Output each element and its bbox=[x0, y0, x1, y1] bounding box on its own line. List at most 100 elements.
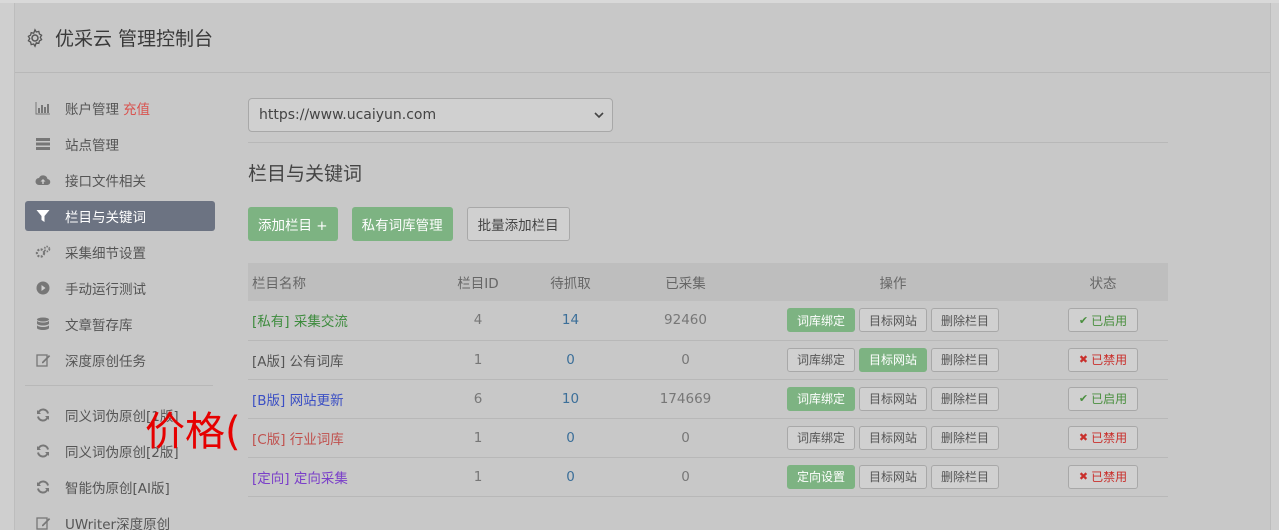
site-select[interactable]: https://www.ucaiyun.com bbox=[248, 98, 613, 132]
sidebar-item-ai-rewrite[interactable]: 智能伪原创[AI版] bbox=[25, 472, 215, 502]
sidebar: 账户管理 充值 站点管理 接口文件相关 栏目与关键词 采集细节设置 手动运行测试… bbox=[25, 93, 215, 530]
section-title: 栏目与关键词 bbox=[248, 163, 363, 185]
divider bbox=[248, 142, 1168, 143]
col-header-status: 状态 bbox=[1089, 276, 1117, 292]
delete-column-button[interactable]: 删除栏目 bbox=[931, 308, 1000, 333]
target-site-button[interactable]: 目标网站 bbox=[858, 464, 927, 489]
cloud-upload-icon bbox=[35, 172, 51, 188]
column-id: 6 bbox=[473, 390, 483, 407]
refresh-icon bbox=[35, 407, 51, 423]
sidebar-item-article-store[interactable]: 文章暂存库 bbox=[25, 309, 215, 339]
sidebar-item-label: 站点管理 bbox=[65, 138, 119, 154]
delete-column-button[interactable]: 删除栏目 bbox=[931, 347, 1000, 372]
status-toggle[interactable]: ✖ 已禁用 bbox=[1067, 347, 1139, 372]
col-header-name: 栏目名称 bbox=[252, 276, 306, 292]
lexicon-bind-button[interactable]: 词库绑定 bbox=[786, 308, 855, 333]
lexicon-bind-button[interactable]: 词库绑定 bbox=[786, 347, 855, 372]
play-circle-icon bbox=[35, 280, 51, 296]
table-row: [定向] 定向采集 1 0 0 定向设置 目标网站 删除栏目 ✖ 已禁用 bbox=[248, 457, 1168, 496]
private-lexicon-button[interactable]: 私有词库管理 bbox=[351, 207, 453, 241]
collected-count: 0 bbox=[681, 468, 690, 485]
column-id: 1 bbox=[473, 351, 483, 368]
sidebar-item-sites[interactable]: 站点管理 bbox=[25, 129, 215, 159]
col-header-id: 栏目ID bbox=[457, 276, 499, 292]
refresh-icon bbox=[35, 479, 51, 495]
collected-count: 0 bbox=[681, 429, 690, 446]
check-icon: ✔ bbox=[1078, 313, 1089, 327]
directed-settings-button[interactable]: 定向设置 bbox=[786, 464, 855, 489]
pending-count[interactable]: 0 bbox=[518, 457, 623, 496]
status-label: 已启用 bbox=[1091, 313, 1128, 328]
delete-column-button[interactable]: 删除栏目 bbox=[931, 464, 1000, 489]
chevron-down-icon bbox=[594, 111, 604, 118]
table-row: [B版] 网站更新 6 10 174669 词库绑定 目标网站 删除栏目 ✔ 已启… bbox=[248, 379, 1168, 418]
target-site-button[interactable]: 目标网站 bbox=[858, 425, 927, 450]
delete-column-button[interactable]: 删除栏目 bbox=[931, 386, 1000, 411]
lexicon-bind-button[interactable]: 词库绑定 bbox=[786, 386, 855, 411]
sidebar-item-columns[interactable]: 栏目与关键词 bbox=[25, 201, 215, 231]
pending-count[interactable]: 14 bbox=[518, 301, 623, 340]
column-name-link[interactable]: [A版] 公有词库 bbox=[248, 340, 438, 379]
sidebar-item-account[interactable]: 账户管理 充值 bbox=[25, 93, 215, 123]
edit-icon bbox=[35, 352, 51, 368]
cross-icon: ✖ bbox=[1078, 353, 1089, 366]
table-header: 栏目名称 栏目ID 待抓取 已采集 操作 状态 bbox=[248, 263, 1168, 301]
batch-add-button[interactable]: 批量添加栏目 bbox=[466, 207, 570, 241]
target-site-button[interactable]: 目标网站 bbox=[858, 347, 927, 372]
main-content: https://www.ucaiyun.com 栏目与关键词 添加栏目 + 私有… bbox=[248, 98, 1168, 497]
column-name-link[interactable]: [私有] 采集交流 bbox=[248, 301, 438, 340]
table-row: [C版] 行业词库 1 0 0 词库绑定 目标网站 删除栏目 ✖ 已禁用 bbox=[248, 418, 1168, 457]
edit-icon bbox=[35, 515, 51, 530]
recharge-link[interactable]: 充值 bbox=[123, 98, 150, 118]
collected-count: 174669 bbox=[659, 390, 712, 407]
pending-count[interactable]: 0 bbox=[518, 418, 623, 457]
sidebar-item-interface[interactable]: 接口文件相关 bbox=[25, 165, 215, 195]
target-site-button[interactable]: 目标网站 bbox=[858, 386, 927, 411]
sidebar-item-collect-settings[interactable]: 采集细节设置 bbox=[25, 237, 215, 267]
column-name-link[interactable]: [B版] 网站更新 bbox=[248, 379, 438, 418]
column-name-link[interactable]: [C版] 行业词库 bbox=[248, 418, 438, 457]
database-icon bbox=[35, 316, 51, 332]
pending-count[interactable]: 10 bbox=[518, 379, 623, 418]
sidebar-item-label: UWriter深度原创 bbox=[65, 517, 171, 530]
status-label: 已禁用 bbox=[1091, 470, 1128, 484]
site-select-value: https://www.ucaiyun.com bbox=[259, 107, 437, 123]
table-row: [A版] 公有词库 1 0 0 词库绑定 目标网站 删除栏目 ✖ 已禁用 bbox=[248, 340, 1168, 379]
column-id: 4 bbox=[473, 312, 483, 329]
status-toggle[interactable]: ✔ 已启用 bbox=[1067, 386, 1139, 411]
action-buttons: 添加栏目 + 私有词库管理 批量添加栏目 bbox=[248, 207, 1168, 241]
refresh-icon bbox=[35, 443, 51, 459]
status-toggle[interactable]: ✖ 已禁用 bbox=[1067, 464, 1139, 489]
collected-count: 92460 bbox=[664, 312, 707, 329]
sidebar-item-label: 接口文件相关 bbox=[65, 174, 146, 190]
lexicon-bind-button[interactable]: 词库绑定 bbox=[786, 425, 855, 450]
sidebar-item-manual-run[interactable]: 手动运行测试 bbox=[25, 273, 215, 303]
sidebar-item-label: 智能伪原创[AI版] bbox=[65, 481, 170, 497]
check-icon: ✔ bbox=[1078, 392, 1089, 405]
sidebar-item-label: 采集细节设置 bbox=[65, 246, 146, 262]
status-toggle[interactable]: ✖ 已禁用 bbox=[1067, 425, 1139, 450]
column-name-link[interactable]: [定向] 定向采集 bbox=[248, 457, 438, 496]
column-id: 1 bbox=[473, 468, 483, 485]
status-label: 已禁用 bbox=[1091, 353, 1128, 367]
sidebar-item-deep-original[interactable]: 深度原创任务 bbox=[25, 345, 215, 375]
col-header-ops: 操作 bbox=[879, 276, 907, 292]
delete-column-button[interactable]: 删除栏目 bbox=[931, 425, 1000, 450]
table-row: [私有] 采集交流 4 14 92460 词库绑定 目标网站 删除栏目 ✔ 已启用 bbox=[248, 301, 1168, 340]
sidebar-item-label: 文章暂存库 bbox=[65, 318, 133, 334]
cross-icon: ✖ bbox=[1078, 431, 1089, 444]
server-icon bbox=[35, 136, 51, 152]
target-site-button[interactable]: 目标网站 bbox=[858, 308, 927, 333]
sidebar-item-label: 手动运行测试 bbox=[65, 282, 146, 298]
sidebar-item-uwriter[interactable]: UWriter深度原创 bbox=[25, 508, 215, 530]
sidebar-item-label: 深度原创任务 bbox=[65, 354, 146, 370]
overlay-annotation-text: 价格( bbox=[145, 409, 241, 455]
status-toggle[interactable]: ✔ 已启用 bbox=[1067, 308, 1139, 333]
cross-icon: ✖ bbox=[1078, 470, 1089, 483]
pending-count[interactable]: 0 bbox=[518, 340, 623, 379]
add-column-button[interactable]: 添加栏目 + bbox=[248, 207, 338, 241]
app-header: 优采云 管理控制台 bbox=[15, 3, 1270, 73]
cogs-icon bbox=[35, 244, 51, 260]
sidebar-item-label: 栏目与关键词 bbox=[65, 210, 146, 226]
collected-count: 0 bbox=[681, 351, 690, 368]
